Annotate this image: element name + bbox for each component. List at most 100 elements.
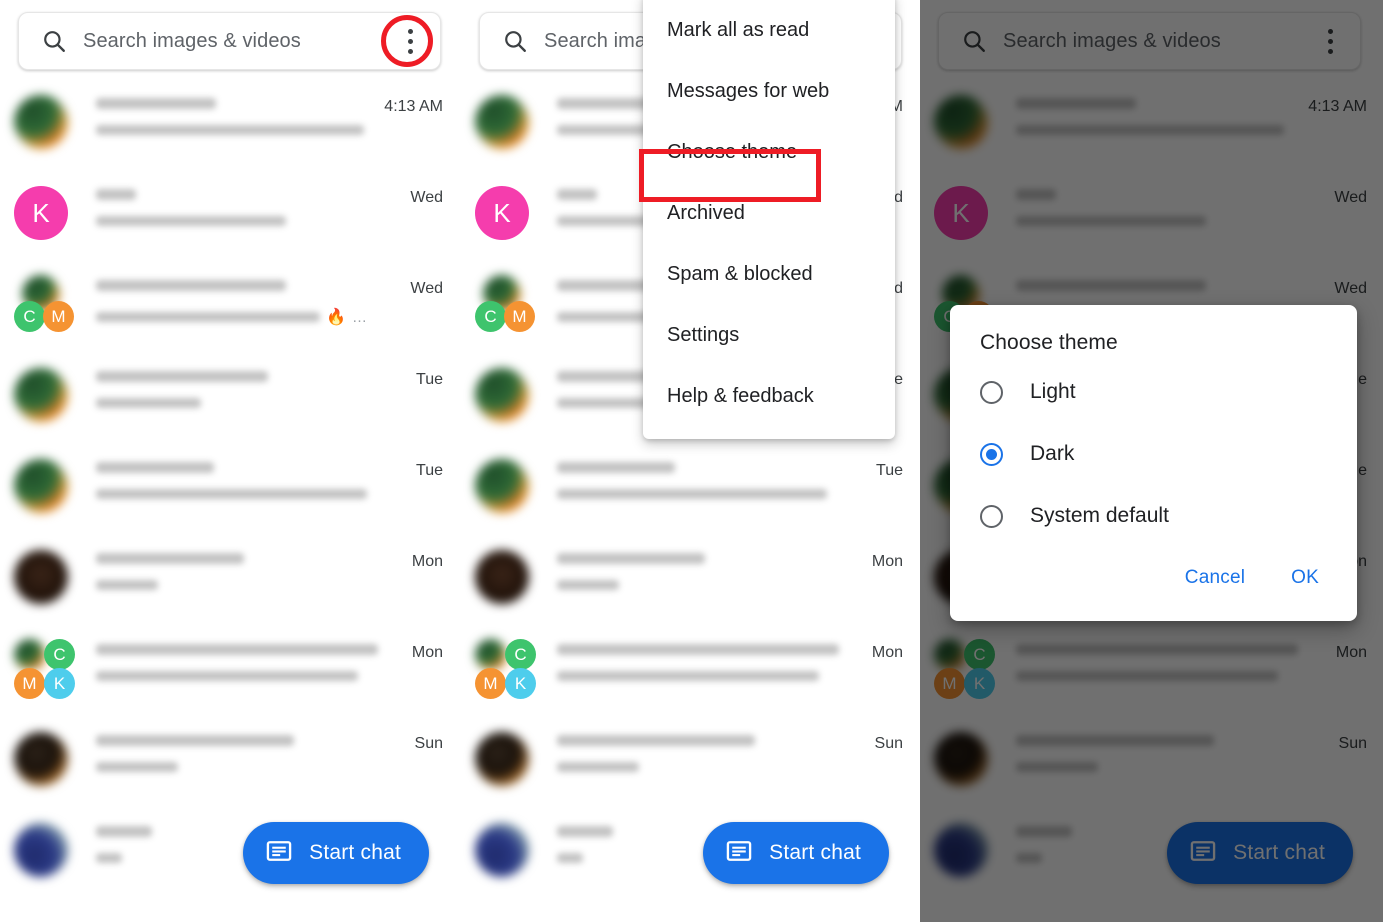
conversation-name-redacted — [557, 644, 839, 655]
avatar[interactable] — [14, 730, 76, 792]
conversation-preview-redacted — [96, 762, 178, 772]
theme-option-light[interactable]: Light — [950, 361, 1357, 423]
avatar[interactable] — [14, 366, 76, 428]
overflow-dropdown-menu[interactable]: Mark all as read Messages for web Choose t… — [643, 0, 895, 439]
avatar-group-initial: M — [14, 668, 45, 699]
ok-button[interactable]: OK — [1277, 559, 1333, 597]
conversation-row[interactable]: Tue — [461, 444, 919, 535]
search-bar[interactable]: Search images & videos — [18, 12, 441, 70]
panel-step-2: Search images & videos 4:13 AMKWedCM🔥…We… — [461, 0, 919, 922]
start-chat-label: Start chat — [309, 841, 401, 864]
conversation-row[interactable]: K Wed — [0, 171, 459, 262]
avatar-group-initial: C — [14, 301, 45, 332]
conversation-name-redacted — [96, 462, 214, 473]
conversation-preview-line — [557, 671, 827, 681]
avatar[interactable] — [475, 366, 537, 428]
avatar-group-initial: C — [505, 639, 536, 670]
avatar[interactable]: CM — [14, 275, 76, 337]
conversation-preview-redacted — [96, 671, 358, 681]
avatar-group-initial: M — [43, 301, 74, 332]
conversation-row[interactable]: CMK Mon — [461, 626, 919, 717]
conversation-name-redacted — [96, 826, 152, 837]
avatar-photo — [14, 459, 68, 513]
conversation-text — [76, 444, 367, 499]
theme-option-label: Dark — [1030, 442, 1075, 465]
radio-button[interactable] — [980, 380, 1003, 404]
overflow-menu-button[interactable] — [388, 19, 432, 63]
start-chat-fab[interactable]: Start chat — [703, 822, 889, 884]
more-vert-icon — [407, 28, 413, 34]
conversation-timestamp: Sun — [874, 735, 903, 752]
avatar[interactable]: K — [14, 184, 76, 246]
avatar-photo — [14, 550, 68, 604]
avatar[interactable] — [14, 457, 76, 519]
conversation-preview-line — [557, 762, 827, 772]
conversation-preview-redacted — [96, 312, 321, 322]
conversation-row[interactable]: Tue — [0, 444, 459, 535]
avatar[interactable]: CMK — [475, 639, 537, 701]
conversation-text — [76, 80, 367, 135]
conversation-row[interactable]: CM🔥…Wed — [0, 262, 459, 353]
radio-button[interactable] — [980, 442, 1003, 466]
conversation-name-redacted — [96, 735, 294, 746]
avatar[interactable]: CMK — [14, 639, 76, 701]
cancel-button[interactable]: Cancel — [1171, 559, 1259, 597]
conversation-preview-redacted — [557, 853, 583, 863]
avatar[interactable]: K — [475, 184, 537, 246]
menu-item-spam-blocked[interactable]: Spam & blocked — [643, 244, 895, 305]
conversation-row[interactable]: Sun — [461, 717, 919, 808]
avatar[interactable] — [475, 548, 537, 610]
menu-item-messages-for-web[interactable]: Messages for web — [643, 61, 895, 122]
theme-option-group[interactable]: Light Dark System default — [950, 361, 1357, 547]
conversation-row[interactable]: 4:13 AM — [0, 80, 459, 171]
menu-item-help-feedback[interactable]: Help & feedback — [643, 366, 895, 427]
conversation-preview-redacted — [557, 580, 619, 590]
menu-item-mark-all-as-read[interactable]: Mark all as read — [643, 0, 895, 61]
conversation-row[interactable]: CMK Mon — [0, 626, 459, 717]
conversation-preview-line — [557, 580, 827, 590]
avatar[interactable] — [14, 821, 76, 883]
conversation-name-redacted — [96, 98, 216, 109]
conversation-row[interactable]: Mon — [461, 535, 919, 626]
search-input[interactable]: Search images & videos — [83, 30, 388, 53]
avatar[interactable]: CM — [475, 275, 537, 337]
conversation-text — [76, 717, 367, 772]
conversation-timestamp: Mon — [871, 644, 903, 661]
conversation-timestamp: Tue — [416, 462, 443, 479]
conversation-preview-redacted — [96, 489, 367, 499]
conversation-name-redacted — [557, 735, 755, 746]
avatar-photo — [14, 639, 46, 671]
avatar-group-initial: M — [504, 301, 535, 332]
avatar[interactable] — [14, 93, 76, 155]
conversation-row[interactable]: Tue — [0, 353, 459, 444]
avatar[interactable] — [14, 548, 76, 610]
avatar-initial: K — [475, 186, 529, 240]
conversation-preview-redacted — [96, 125, 364, 135]
menu-item-archived[interactable]: Archived — [643, 183, 895, 244]
conversation-timestamp: Wed — [410, 280, 443, 297]
avatar[interactable] — [475, 457, 537, 519]
start-chat-fab[interactable]: Start chat — [243, 822, 429, 884]
menu-item-choose-theme[interactable]: Choose theme — [643, 122, 895, 183]
more-vert-icon — [407, 38, 413, 44]
conversation-preview-line — [96, 580, 367, 590]
theme-option-dark[interactable]: Dark — [950, 423, 1357, 485]
conversation-preview-line — [96, 762, 367, 772]
conversation-list[interactable]: 4:13 AMKWedCM🔥…WedTueTueMonCMKMonSun — [0, 80, 459, 899]
conversation-row[interactable]: Sun — [0, 717, 459, 808]
avatar[interactable] — [475, 93, 537, 155]
theme-option-system-default[interactable]: System default — [950, 485, 1357, 547]
avatar[interactable] — [475, 730, 537, 792]
panel-step-1: Search images & videos 4:13 AM K Wed C M 🔥… We… — [0, 0, 459, 922]
radio-button[interactable] — [980, 504, 1003, 528]
menu-item-settings[interactable]: Settings — [643, 305, 895, 366]
conversation-name-redacted — [96, 189, 136, 200]
conversation-row[interactable]: Mon — [0, 535, 459, 626]
conversation-text — [76, 171, 367, 226]
conversation-preview-redacted — [557, 489, 827, 499]
conversation-preview-redacted — [96, 853, 122, 863]
conversation-timestamp: Wed — [410, 189, 443, 206]
conversation-name-redacted — [557, 553, 705, 564]
avatar-photo — [475, 550, 529, 604]
avatar[interactable] — [475, 821, 537, 883]
